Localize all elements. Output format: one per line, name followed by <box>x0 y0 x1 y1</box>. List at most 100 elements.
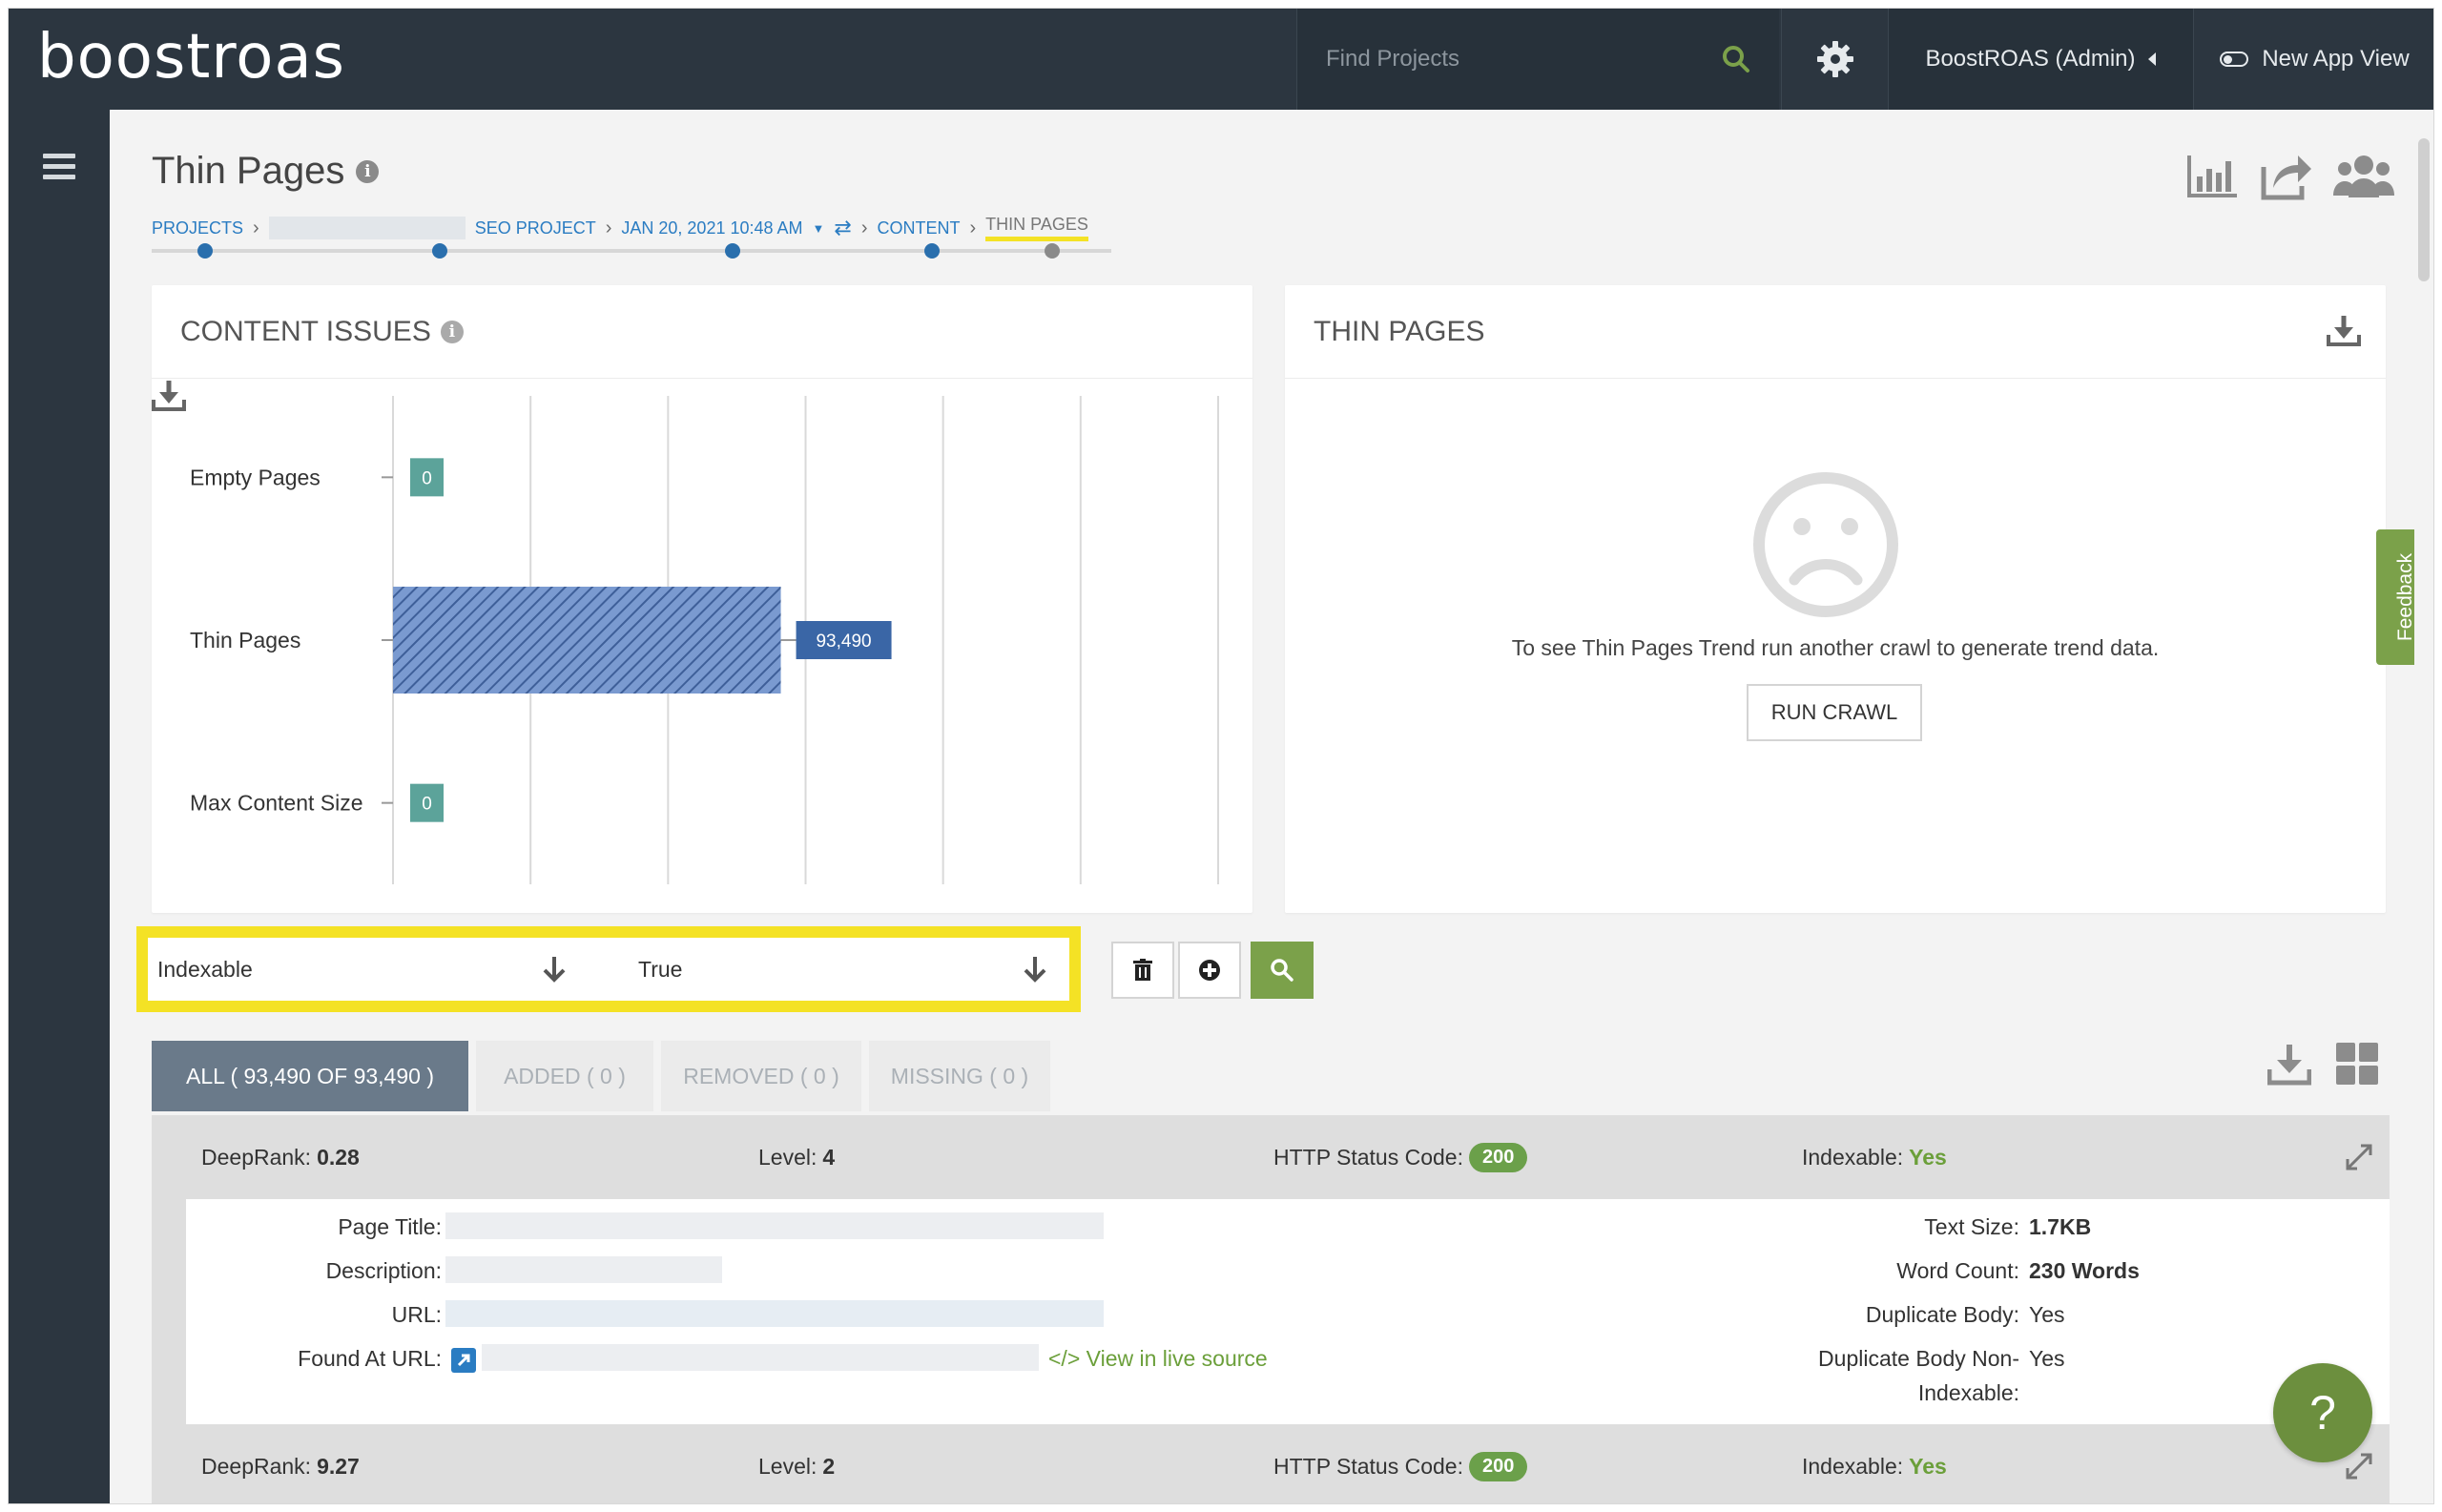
page-title-label: Page Title: <box>338 1214 442 1239</box>
view-live-source-link[interactable]: </> View in live source <box>1048 1346 1268 1372</box>
apply-filter-button[interactable] <box>1251 942 1314 999</box>
breadcrumb-dot <box>924 243 940 259</box>
redacted-value <box>445 1256 722 1283</box>
level-cell: Level: 4 <box>758 1144 836 1170</box>
table-row[interactable]: DeepRank: 0.28 Level: 4 HTTP Status Code: 2… <box>152 1115 2390 1199</box>
chevron-right-icon: › <box>253 217 259 238</box>
deeprank-cell: DeepRank: 0.28 <box>201 1144 360 1170</box>
filter-field-select[interactable]: Indexable <box>157 938 577 1001</box>
breadcrumb-track <box>152 249 1111 253</box>
breadcrumb-dot <box>725 243 740 259</box>
category-label: Max Content Size <box>190 791 363 816</box>
run-crawl-button[interactable]: RUN CRAWL <box>1747 684 1922 741</box>
breadcrumb-redacted[interactable] <box>268 217 466 239</box>
sad-face-icon <box>1753 472 1898 617</box>
search-input[interactable] <box>1326 37 1707 81</box>
users-icon[interactable] <box>2332 150 2395 203</box>
info-icon[interactable]: i <box>356 159 380 183</box>
data-label: 0 <box>422 468 432 488</box>
category-label: Thin Pages <box>190 628 300 652</box>
add-filter-button[interactable] <box>1178 942 1241 999</box>
thin-pages-header: THIN PAGES <box>1285 285 2386 379</box>
settings-button[interactable] <box>1781 9 1888 110</box>
breadcrumb-seo-project[interactable]: SEO PROJECT <box>475 218 596 238</box>
left-rail <box>9 110 110 1503</box>
category-label: Empty Pages <box>190 465 321 489</box>
grid-view-icon[interactable] <box>2336 1043 2380 1087</box>
caret-down-icon[interactable]: ▼ <box>813 221 825 236</box>
scrollbar-thumb[interactable] <box>2418 138 2430 281</box>
tab-added[interactable]: ADDED ( 0 ) <box>476 1041 653 1111</box>
hamburger-menu-icon[interactable] <box>43 154 75 180</box>
duplicate-nonidx-label: Duplicate Body Non- <box>1818 1346 2019 1371</box>
duplicate-nonidx-value: Yes <box>2029 1346 2065 1371</box>
empty-message: To see Thin Pages Trend run another craw… <box>1511 635 2160 660</box>
content-issues-header: CONTENT ISSUES i <box>152 285 1252 379</box>
bar <box>393 587 781 694</box>
breadcrumb-projects[interactable]: PROJECTS <box>152 218 243 238</box>
row-detail: Page Title: Description: URL: Found At U… <box>186 1199 2390 1424</box>
tab-all[interactable]: ALL ( 93,490 OF 93,490 ) <box>152 1041 468 1111</box>
indexable-cell: Indexable: Yes <box>1802 1144 1947 1170</box>
download-icon[interactable] <box>2327 314 2361 346</box>
redacted-url[interactable] <box>445 1300 1104 1327</box>
url-label: URL: <box>391 1302 442 1327</box>
thin-pages-title: THIN PAGES <box>1314 315 1485 347</box>
search-icon[interactable] <box>1720 43 1752 75</box>
breadcrumb-dot <box>1045 243 1060 259</box>
text-size-value: 1.7KB <box>2029 1214 2092 1239</box>
arrow-down-icon[interactable] <box>541 955 568 984</box>
text-size-label: Text Size: <box>1924 1214 2019 1239</box>
breadcrumb-thin-pages: THIN PAGES <box>985 215 1088 241</box>
toggle-icon <box>2220 52 2249 67</box>
indexable-cell: Indexable: Yes <box>1802 1453 1947 1479</box>
arrow-down-icon[interactable] <box>1022 955 1048 984</box>
breadcrumb-dot <box>197 243 213 259</box>
info-icon[interactable]: i <box>440 320 464 343</box>
search-icon <box>1271 959 1293 982</box>
http-cell: HTTP Status Code: 200 <box>1273 1115 1528 1199</box>
breadcrumb-date[interactable]: JAN 20, 2021 10:48 AM <box>621 218 802 238</box>
content-issues-card: CONTENT ISSUES i Empty Pages 0 Thin Pages 9… <box>152 285 1252 913</box>
breadcrumb: PROJECTS › SEO PROJECT › JAN 20, 2021 10… <box>152 214 1088 242</box>
thin-pages-card: THIN PAGES To see Thin Pages Trend run a… <box>1285 285 2386 913</box>
chevron-right-icon: › <box>969 217 977 238</box>
bar-chart-icon[interactable] <box>2183 150 2241 203</box>
tab-missing[interactable]: MISSING ( 0 ) <box>869 1041 1050 1111</box>
filter-value-text: True <box>638 956 683 982</box>
scrollbar[interactable] <box>2414 110 2433 1503</box>
help-button[interactable]: ? <box>2273 1363 2372 1462</box>
content-issues-title: CONTENT ISSUES <box>180 315 431 347</box>
caret-left-icon <box>2147 52 2156 66</box>
logo[interactable]: boostroas <box>37 22 345 93</box>
page-title-text: Thin Pages <box>152 150 345 192</box>
table-row[interactable]: DeepRank: 9.27 Level: 2 HTTP Status Code: 2… <box>152 1424 2390 1503</box>
download-icon[interactable] <box>2267 1043 2311 1087</box>
share-icon[interactable] <box>2258 150 2315 203</box>
found-at-label: Found At URL: <box>298 1346 442 1371</box>
compare-icon[interactable]: ⇄ <box>834 216 851 240</box>
new-app-view-toggle[interactable]: New App View <box>2193 9 2433 110</box>
tab-removed[interactable]: REMOVED ( 0 ) <box>661 1041 861 1111</box>
word-count-value: 230 Words <box>2029 1258 2140 1283</box>
page-title: Thin Pages i <box>152 150 380 193</box>
plus-circle-icon <box>1199 960 1220 981</box>
expand-icon[interactable] <box>2344 1451 2374 1481</box>
redacted-url[interactable] <box>482 1344 1039 1371</box>
chevron-right-icon: › <box>605 217 612 238</box>
expand-icon[interactable] <box>2344 1142 2374 1172</box>
data-label: 0 <box>422 795 432 815</box>
status-badge: 200 <box>1469 1451 1528 1481</box>
content-issues-chart: Empty Pages 0 Thin Pages 93,490 Max Content … <box>190 396 1219 884</box>
top-bar: boostroas Find Projects BoostROAS (Admin… <box>9 9 2433 110</box>
app-frame: boostroas Find Projects BoostROAS (Admin… <box>8 8 2434 1504</box>
deeprank-cell: DeepRank: 9.27 <box>201 1453 360 1479</box>
filter-field-value: Indexable <box>157 956 253 982</box>
user-name: BoostROAS (Admin) <box>1925 46 2136 72</box>
external-link-icon[interactable] <box>451 1348 476 1373</box>
breadcrumb-content[interactable]: CONTENT <box>878 218 961 238</box>
word-count-label: Word Count: <box>1896 1258 2019 1283</box>
delete-filter-button[interactable] <box>1111 942 1174 999</box>
filter-value-select[interactable]: True <box>638 938 1058 1001</box>
user-menu[interactable]: BoostROAS (Admin) <box>1888 9 2193 110</box>
